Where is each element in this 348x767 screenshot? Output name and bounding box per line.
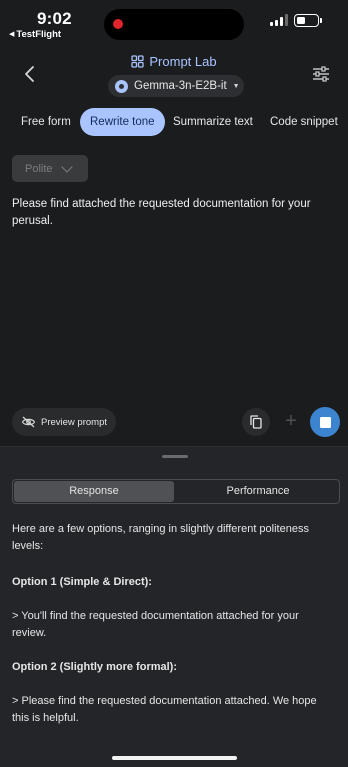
home-indicator[interactable]	[112, 756, 237, 760]
tab-free-form[interactable]: Free form	[21, 108, 71, 136]
option-1-title: Option 1 (Simple & Direct):	[12, 576, 152, 588]
task-tabs: Free form Rewrite tone Summarize text Co…	[0, 108, 348, 136]
tab-performance[interactable]: Performance	[177, 481, 339, 502]
eye-off-icon	[21, 416, 36, 428]
page-title-text: Prompt Lab	[149, 54, 217, 69]
page-title: Prompt Lab	[131, 54, 217, 69]
back-app-label: TestFlight	[16, 29, 62, 40]
chevron-down-icon	[60, 160, 73, 173]
tune-settings-icon[interactable]	[312, 66, 330, 82]
sheet-drag-handle[interactable]	[162, 455, 188, 458]
battery-fill	[296, 16, 306, 24]
model-name: Gemma-3n-E2B-it	[134, 80, 227, 92]
input-text[interactable]: Please find attached the requested docum…	[12, 196, 330, 230]
preview-prompt-label: Preview prompt	[41, 416, 107, 428]
app-header: Prompt Lab Gemma-3n-E2B-it ▼	[0, 44, 348, 104]
recording-indicator-icon	[113, 19, 123, 29]
copy-button[interactable]	[242, 408, 270, 436]
title-row: Prompt Lab	[0, 54, 348, 73]
caret-down-icon: ▼	[232, 82, 240, 90]
signal-icon	[270, 14, 288, 26]
option-2-text: > Please find the requested documentatio…	[12, 695, 317, 724]
status-time: 9:02	[37, 9, 72, 28]
tab-summarize-text[interactable]: Summarize text	[173, 108, 253, 136]
option-1-text: > You'll find the requested documentatio…	[12, 610, 299, 639]
status-bar: 9:02 ◀ TestFlight	[0, 0, 348, 44]
option-2-title: Option 2 (Slightly more formal):	[12, 661, 178, 673]
stop-button[interactable]	[310, 407, 340, 437]
prompt-lab-icon	[131, 55, 145, 68]
response-intro: Here are a few options, ranging in sligh…	[12, 523, 309, 552]
model-selector[interactable]: Gemma-3n-E2B-it ▼	[108, 75, 244, 97]
battery-icon	[294, 14, 319, 27]
tone-value: Polite	[25, 162, 53, 175]
copy-icon	[250, 415, 262, 429]
add-icon[interactable]: +	[281, 411, 301, 431]
back-to-testflight[interactable]: ◀ TestFlight	[9, 29, 61, 40]
response-segmented-control: Response Performance	[12, 479, 340, 504]
tab-code-snippet[interactable]: Code snippet	[270, 108, 338, 136]
back-triangle-icon: ◀	[9, 31, 15, 38]
response-sheet: Response Performance Here are a few opti…	[0, 446, 348, 767]
dynamic-island	[104, 9, 244, 40]
battery-tip	[320, 18, 322, 23]
tab-response[interactable]: Response	[14, 481, 174, 502]
preview-prompt-button[interactable]: Preview prompt	[12, 408, 116, 436]
screen: 9:02 ◀ TestFlight Prompt Lab Gemma-3n-E2…	[0, 0, 348, 767]
stop-icon	[319, 416, 331, 428]
tone-dropdown[interactable]: Polite	[12, 155, 88, 182]
tab-rewrite-tone[interactable]: Rewrite tone	[80, 108, 165, 136]
model-icon	[115, 79, 128, 93]
